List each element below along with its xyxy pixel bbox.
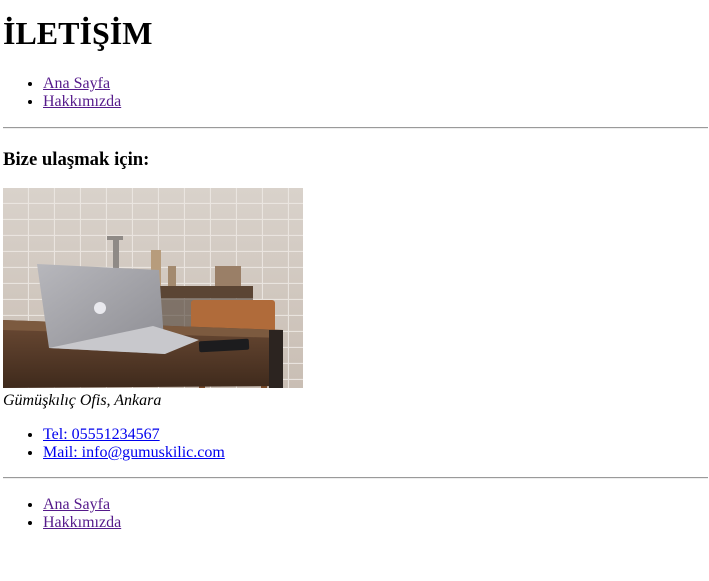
divider-bottom xyxy=(3,477,708,479)
bottom-nav: Ana Sayfa Hakkımızda xyxy=(0,496,121,532)
email-link[interactable]: Mail: info@gumuskilic.com xyxy=(43,444,225,461)
divider-top xyxy=(3,127,708,129)
contact-list-item: Tel: 05551234567 xyxy=(43,426,225,444)
office-photo xyxy=(3,188,303,388)
nav-list-item: Hakkımızda xyxy=(43,93,121,111)
page: İLETİŞİM Ana Sayfa Hakkımızda Bize ulaşm… xyxy=(0,0,709,581)
phone-link[interactable]: Tel: 05551234567 xyxy=(43,426,160,443)
contact-list-item: Mail: info@gumuskilic.com xyxy=(43,444,225,462)
nav-link-home[interactable]: Ana Sayfa xyxy=(43,496,110,513)
contact-heading: Bize ulaşmak için: xyxy=(3,149,150,170)
nav-list-item: Ana Sayfa xyxy=(43,496,121,514)
contact-list: Tel: 05551234567 Mail: info@gumuskilic.c… xyxy=(0,426,225,462)
nav-link-about[interactable]: Hakkımızda xyxy=(43,514,121,531)
nav-list-item: Ana Sayfa xyxy=(43,75,121,93)
nav-link-home[interactable]: Ana Sayfa xyxy=(43,75,110,92)
nav-list-item: Hakkımızda xyxy=(43,514,121,532)
page-title: İLETİŞİM xyxy=(3,15,153,51)
photo-caption: Gümüşkılıç Ofis, Ankara xyxy=(3,392,162,409)
nav-link-about[interactable]: Hakkımızda xyxy=(43,93,121,110)
top-nav: Ana Sayfa Hakkımızda xyxy=(0,75,121,111)
